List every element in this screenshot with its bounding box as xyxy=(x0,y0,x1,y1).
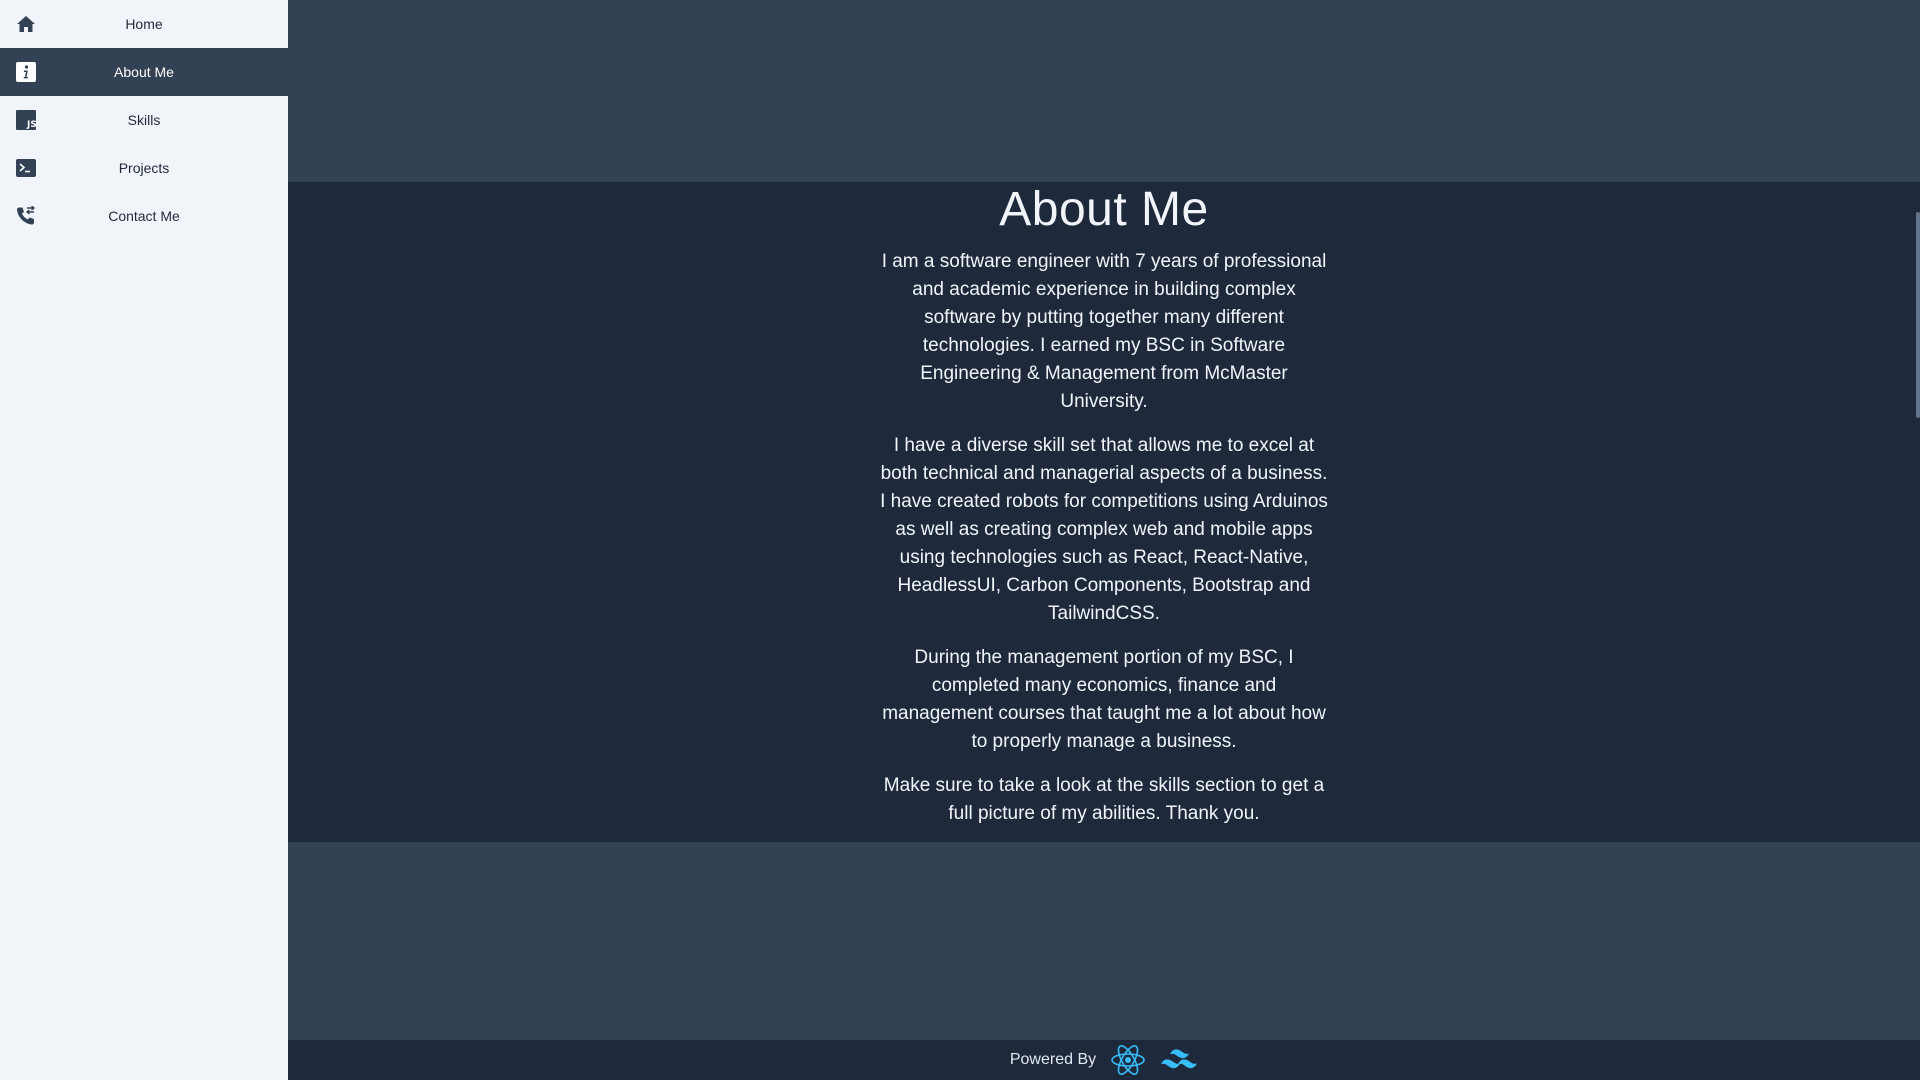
powered-by-text: Powered By xyxy=(1009,1051,1097,1068)
page-title: About Me xyxy=(999,183,1209,236)
sidebar-item-skills[interactable]: JS Skills xyxy=(0,96,288,144)
scrollbar[interactable] xyxy=(1916,212,1920,418)
app: Home About Me JS Skills Projects Contact… xyxy=(0,0,1920,1080)
main-content: About Me I am a software engineer with 7… xyxy=(288,0,1920,1080)
sidebar: Home About Me JS Skills Projects Contact… xyxy=(0,0,288,1080)
sidebar-item-home[interactable]: Home xyxy=(0,0,288,48)
sidebar-item-label: Skills xyxy=(127,112,161,128)
info-icon xyxy=(16,62,36,82)
about-paragraph: Make sure to take a look at the skills s… xyxy=(883,775,1325,824)
about-text: I am a software engineer with 7 years of… xyxy=(879,248,1329,828)
sidebar-item-label: Projects xyxy=(118,160,170,176)
terminal-icon xyxy=(16,158,36,178)
sidebar-item-label: Contact Me xyxy=(108,208,180,224)
svg-text:JS: JS xyxy=(26,120,36,130)
sidebar-item-about-me[interactable]: About Me xyxy=(0,48,288,96)
sidebar-item-label: Home xyxy=(125,16,163,32)
sidebar-item-projects[interactable]: Projects xyxy=(0,144,288,192)
about-paragraph: I have a diverse skill set that allows m… xyxy=(880,435,1328,624)
react-logo-icon xyxy=(1110,1043,1146,1077)
sidebar-item-contact-me[interactable]: Contact Me xyxy=(0,192,288,240)
home-icon xyxy=(16,14,36,34)
js-icon: JS xyxy=(16,110,36,130)
footer: Powered By xyxy=(288,1040,1920,1080)
phone-icon xyxy=(16,206,36,226)
about-paragraph: I am a software engineer with 7 years of… xyxy=(881,251,1327,412)
about-paragraph: During the management portion of my BSC,… xyxy=(882,647,1326,752)
tailwind-logo-icon xyxy=(1160,1048,1198,1072)
sidebar-item-label: About Me xyxy=(114,64,174,80)
about-section: About Me I am a software engineer with 7… xyxy=(288,182,1920,842)
